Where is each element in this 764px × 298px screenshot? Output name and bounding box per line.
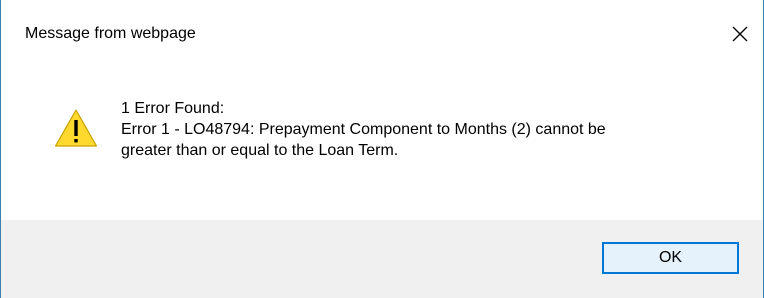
dialog-title: Message from webpage [25,25,196,42]
ok-button[interactable]: OK [602,242,739,274]
close-icon [732,26,748,42]
message-dialog: Message from webpage 1 Error Found: Erro… [0,0,764,298]
dialog-titlebar[interactable]: Message from webpage [1,0,763,72]
dialog-footer: OK [1,220,763,298]
message-line-error: Error 1 - LO48794: Prepayment Component … [121,121,606,138]
dialog-body: 1 Error Found: Error 1 - LO48794: Prepay… [1,72,763,220]
message-line-summary: 1 Error Found: [121,100,225,117]
close-button[interactable] [723,18,757,50]
error-message: 1 Error Found: Error 1 - LO48794: Prepay… [121,98,741,161]
message-line-error-cont: greater than or equal to the Loan Term. [121,142,399,159]
warning-triangle-icon [54,109,98,147]
